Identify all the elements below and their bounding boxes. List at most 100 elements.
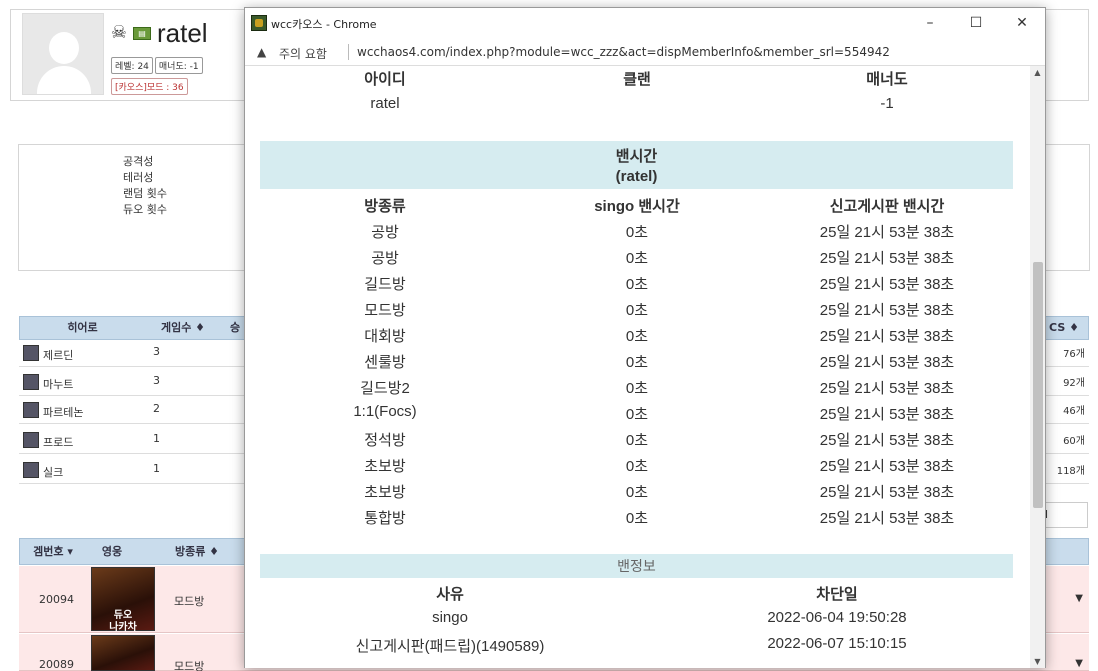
ban-board-time: 25일 21시 53분 38초 <box>819 380 955 397</box>
block-date-header: 차단일 <box>816 586 858 603</box>
vertical-scrollbar[interactable]: ▲ ▼ <box>1030 66 1045 668</box>
popup-content: 아이디 클랜 매너도 ratel -1 밴시간 (ratel) 방종류 sing… <box>245 66 1030 668</box>
ban-board-time: 25일 21시 53분 38초 <box>819 458 955 475</box>
ban-board-time: 25일 21시 53분 38초 <box>819 328 955 345</box>
game-id[interactable]: 20089 <box>39 658 74 671</box>
ban-room-type: 길드방2 <box>360 380 410 397</box>
expand-arrow-icon[interactable]: ▼ <box>1075 658 1083 669</box>
ban-singo-time: 0초 <box>625 406 649 423</box>
ban-board-time: 25일 21시 53분 38초 <box>819 224 955 241</box>
scroll-down-icon[interactable]: ▼ <box>1030 657 1045 666</box>
ban-room-type: 정석방 <box>364 432 406 449</box>
mode-badge: [카오스]모드 : 36 <box>111 78 188 95</box>
warning-icon[interactable]: ▲ <box>257 45 266 59</box>
hero-games: 3 <box>153 374 160 387</box>
popup-window: wcc카오스 - Chrome – ☐ ✕ ▲ 주의 요함 wcchaos4.c… <box>244 7 1046 668</box>
games-column-header[interactable]: 게임수 ♦ <box>148 317 218 339</box>
ban-room-type: 모드방 <box>364 302 406 319</box>
expand-arrow-icon[interactable]: ▼ <box>1075 593 1083 604</box>
maximize-button[interactable]: ☐ <box>959 12 993 34</box>
close-button[interactable]: ✕ <box>1005 12 1039 34</box>
hero-cs: 118개 <box>1056 466 1085 477</box>
hero-column-header[interactable]: 히어로 <box>20 317 145 339</box>
minimize-button[interactable]: – <box>913 12 947 34</box>
scroll-up-icon[interactable]: ▲ <box>1030 68 1045 77</box>
hero-portrait-icon <box>23 432 39 448</box>
stat-label: 공격성 <box>123 155 154 168</box>
hero-portrait-icon <box>23 462 39 478</box>
ban-time-header: 밴시간 (ratel) <box>260 141 1013 189</box>
ban-singo-time: 0초 <box>625 432 649 449</box>
ban-singo-time: 0초 <box>625 380 649 397</box>
url-text[interactable]: wcchaos4.com/index.php?module=wcc_zzz&ac… <box>357 45 890 59</box>
member-manner-value: -1 <box>880 95 894 112</box>
hero-name[interactable]: 마누트 <box>43 376 73 392</box>
cs-column-header[interactable]: CS ♦ <box>1040 317 1088 339</box>
ban-room-type: 초보방 <box>364 484 406 501</box>
hero-name[interactable]: 파르테논 <box>43 404 83 420</box>
ban-singo-time: 0초 <box>625 250 649 267</box>
ban-singo-time: 0초 <box>625 484 649 501</box>
ban-board-time: 25일 21시 53분 38초 <box>819 276 955 293</box>
ban-board-time: 25일 21시 53분 38초 <box>819 484 955 501</box>
hero-games: 2 <box>153 402 160 415</box>
ban-singo-time: 0초 <box>625 458 649 475</box>
hero-portrait-icon <box>23 374 39 390</box>
wins-column-header[interactable]: 승 <box>225 317 245 339</box>
avatar <box>22 13 104 95</box>
profile-badges: 레벨: 24 매너도: -1 <box>111 57 203 74</box>
ban-board-time: 25일 21시 53분 38초 <box>819 432 955 449</box>
hero-portrait-icon <box>23 345 39 361</box>
hero-cs: 60개 <box>1063 436 1085 447</box>
hero-portrait <box>91 635 155 671</box>
game-id-column-header[interactable]: 겜번호 ▾ <box>20 539 86 561</box>
window-title: wcc카오스 - Chrome <box>271 18 377 31</box>
ban-info-title: 밴정보 <box>617 558 656 574</box>
ban-room-type: 초보방 <box>364 458 406 475</box>
game-id[interactable]: 20094 <box>39 593 74 606</box>
hero-games: 1 <box>153 462 160 475</box>
room-type-column-header[interactable]: 방종류 ♦ <box>162 539 232 561</box>
avatar-body-shape <box>37 66 91 94</box>
hero-games: 1 <box>153 432 160 445</box>
hero-name[interactable]: 실크 <box>43 464 63 480</box>
skull-icon: ☠ <box>110 22 128 43</box>
id-header: 아이디 <box>364 71 406 88</box>
ban-board-time: 25일 21시 53분 38초 <box>819 510 955 527</box>
hero-column-header[interactable]: 영웅 <box>90 539 134 561</box>
ban-date: 2022-06-07 15:10:15 <box>767 635 907 652</box>
ban-time-subtitle: (ratel) <box>615 168 658 185</box>
ban-singo-time: 0초 <box>625 302 649 319</box>
stat-label: 듀오 횟수 <box>123 203 167 216</box>
room-type-header: 방종류 <box>364 198 406 215</box>
ban-room-type: 공방 <box>371 224 399 241</box>
level-badge: 레벨: 24 <box>111 57 153 74</box>
hero-tag-label: 나카차 <box>109 622 137 633</box>
member-id-value: ratel <box>370 95 400 112</box>
avatar-head-shape <box>49 32 79 64</box>
stat-label: 랜덤 횟수 <box>123 187 167 200</box>
ban-info-header: 밴정보 <box>260 554 1013 578</box>
hero-name[interactable]: 프로드 <box>43 434 73 450</box>
ban-room-type: 통합방 <box>364 510 406 527</box>
hero-name[interactable]: 제르딘 <box>43 347 73 363</box>
board-ban-header: 신고게시판 밴시간 <box>829 198 945 215</box>
address-bar[interactable]: ▲ 주의 요함 wcchaos4.com/index.php?module=wc… <box>245 38 1045 66</box>
ban-board-time: 25일 21시 53분 38초 <box>819 406 955 423</box>
ban-room-type: 길드방 <box>364 276 406 293</box>
hero-cs: 46개 <box>1063 406 1085 417</box>
reason-header: 사유 <box>436 586 464 603</box>
scroll-thumb[interactable] <box>1033 262 1043 508</box>
ban-reason: singo <box>432 609 468 626</box>
hero-cs: 92개 <box>1063 378 1085 389</box>
ban-reason: 신고게시판(패드립)(1490589) <box>355 638 545 655</box>
security-warning-label[interactable]: 주의 요함 <box>279 45 327 62</box>
ban-singo-time: 0초 <box>625 276 649 293</box>
hero-games: 3 <box>153 345 160 358</box>
window-titlebar[interactable]: wcc카오스 - Chrome – ☐ ✕ <box>245 8 1045 38</box>
site-favicon-icon <box>251 15 267 31</box>
clan-header: 클랜 <box>623 71 651 88</box>
ban-date: 2022-06-04 19:50:28 <box>767 609 907 626</box>
singo-ban-header: singo 밴시간 <box>594 198 680 215</box>
ban-board-time: 25일 21시 53분 38초 <box>819 354 955 371</box>
